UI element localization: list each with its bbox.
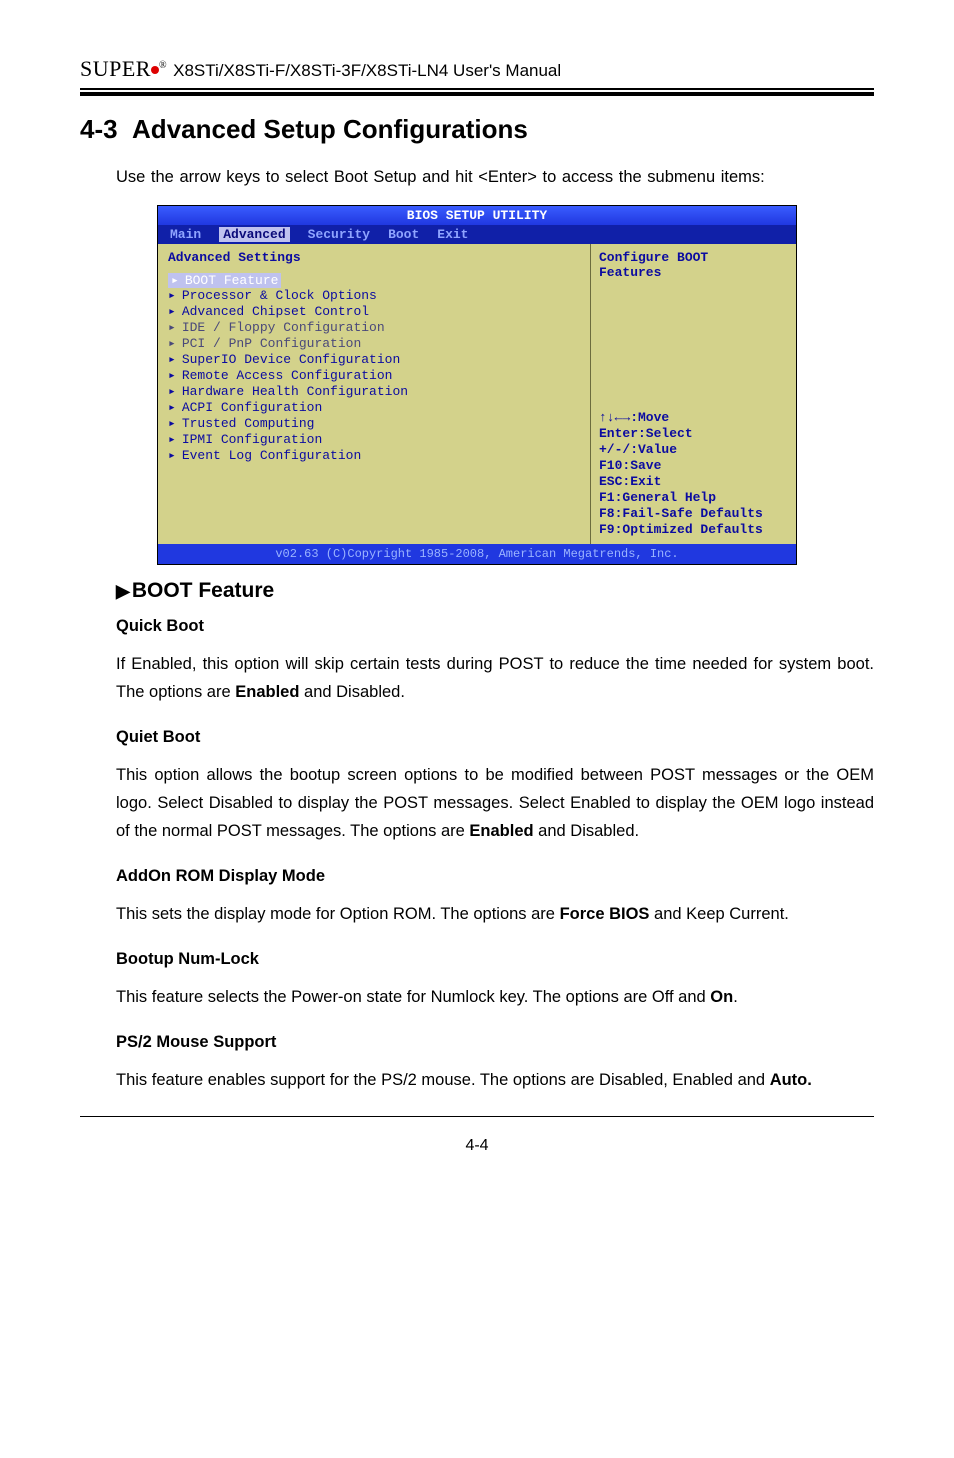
bios-right-pane: Configure BOOT Features ↑↓←→:Move Enter:… (591, 244, 796, 544)
bios-footer: v02.63 (C)Copyright 1985-2008, American … (158, 544, 796, 564)
bios-body: Advanced Settings BOOT Feature Processor… (158, 244, 796, 544)
footer-rule (80, 1116, 874, 1117)
bios-menu-item[interactable]: IDE / Floppy Configuration (168, 320, 580, 336)
page-header: SUPER ® X8STi/X8STi-F/X8STi-3F/X8STi-LN4 … (80, 56, 874, 82)
section-number: 4-3 (80, 114, 118, 144)
bios-menu-item[interactable]: IPMI Configuration (168, 432, 580, 448)
brand-logo: SUPER ® (80, 56, 167, 82)
item-heading: PS/2 Mouse Support (116, 1033, 874, 1052)
item-heading: AddOn ROM Display Mode (116, 867, 874, 886)
bios-menu-item[interactable]: PCI / PnP Configuration (168, 336, 580, 352)
section-title: 4-3 Advanced Setup Configurations (80, 114, 874, 145)
bios-menu-item[interactable]: Trusted Computing (168, 416, 580, 432)
bios-key-legend: ↑↓←→:Move Enter:Select +/-/:Value F10:Sa… (599, 410, 790, 538)
bios-window: BIOS SETUP UTILITY Main Advanced Securit… (157, 205, 797, 565)
bios-panel-heading: Advanced Settings (168, 250, 580, 265)
section-heading-text: Advanced Setup Configurations (132, 114, 528, 144)
bios-left-pane: Advanced Settings BOOT Feature Processor… (158, 244, 591, 544)
bios-key-hint: F8:Fail-Safe Defaults (599, 506, 790, 522)
triangle-right-icon: ▶ (116, 581, 130, 601)
subsection-title: ▶BOOT Feature (116, 579, 874, 603)
bios-tab-row: Main Advanced Security Boot Exit (158, 225, 796, 244)
bios-menu-item[interactable]: BOOT Feature (168, 273, 281, 288)
bios-help-line: Configure BOOT (599, 250, 790, 265)
bios-key-hint: ↑↓←→:Move (599, 410, 790, 426)
item-body: This option allows the bootup screen opt… (116, 761, 874, 845)
bios-menu-list: BOOT Feature Processor & Clock Options A… (168, 273, 580, 464)
bios-key-hint: F10:Save (599, 458, 790, 474)
brand-dot-icon (151, 66, 159, 74)
bios-help-text: Configure BOOT Features (599, 250, 790, 410)
bios-titlebar: BIOS SETUP UTILITY (158, 206, 796, 225)
item-body: If Enabled, this option will skip certai… (116, 650, 874, 706)
bios-key-hint: F9:Optimized Defaults (599, 522, 790, 538)
item-body: This sets the display mode for Option RO… (116, 900, 874, 928)
bios-key-hint: ESC:Exit (599, 474, 790, 490)
bios-menu-item[interactable]: Hardware Health Configuration (168, 384, 580, 400)
bios-screenshot: BIOS SETUP UTILITY Main Advanced Securit… (80, 205, 874, 565)
subsection-heading-text: BOOT Feature (132, 579, 274, 602)
section-intro: Use the arrow keys to select Boot Setup … (116, 165, 874, 191)
bios-menu-item[interactable]: Advanced Chipset Control (168, 304, 580, 320)
brand-rest: UPER (93, 56, 151, 81)
bios-menu-item[interactable]: Event Log Configuration (168, 448, 580, 464)
bios-menu-item[interactable]: Processor & Clock Options (168, 288, 580, 304)
item-heading: Quiet Boot (116, 728, 874, 747)
bios-tab-main[interactable]: Main (170, 227, 201, 242)
manual-page: SUPER ® X8STi/X8STi-F/X8STi-3F/X8STi-LN4 … (0, 0, 954, 1195)
bios-menu-item[interactable]: SuperIO Device Configuration (168, 352, 580, 368)
item-heading: Quick Boot (116, 617, 874, 636)
bios-tab-exit[interactable]: Exit (437, 227, 468, 242)
bios-tab-security[interactable]: Security (308, 227, 370, 242)
page-number: 4-4 (80, 1137, 874, 1155)
item-heading: Bootup Num-Lock (116, 950, 874, 969)
bios-key-hint: +/-/:Value (599, 442, 790, 458)
bios-tab-advanced[interactable]: Advanced (219, 227, 289, 242)
item-body: This feature enables support for the PS/… (116, 1066, 874, 1094)
bios-tab-boot[interactable]: Boot (388, 227, 419, 242)
item-body: This feature selects the Power-on state … (116, 983, 874, 1011)
bios-key-hint: F1:General Help (599, 490, 790, 506)
bios-menu-item[interactable]: ACPI Configuration (168, 400, 580, 416)
brand-first-letter: S (80, 56, 93, 81)
manual-title: X8STi/X8STi-F/X8STi-3F/X8STi-LN4 User's … (173, 61, 561, 81)
bios-key-hint: Enter:Select (599, 426, 790, 442)
header-rule (80, 88, 874, 96)
bios-menu-item[interactable]: Remote Access Configuration (168, 368, 580, 384)
bios-help-line: Features (599, 265, 790, 280)
registered-icon: ® (159, 60, 167, 71)
